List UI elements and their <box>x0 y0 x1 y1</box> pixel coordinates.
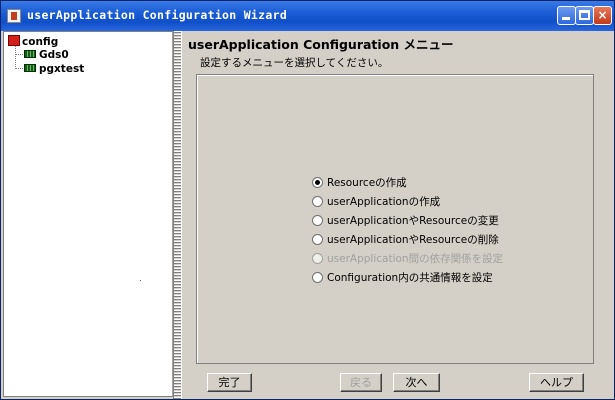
tree-connector <box>15 54 23 55</box>
tree-node-gds0[interactable]: Gds0 <box>24 49 69 61</box>
tree-node-pgxtest[interactable]: pgxtest <box>24 63 84 75</box>
radio-button <box>312 253 323 264</box>
tree-connector <box>15 46 16 69</box>
title-bar[interactable]: userApplication Configuration Wizard × <box>1 1 614 31</box>
option-label: userApplication間の依存関係を設定 <box>327 253 504 265</box>
option-create-resource[interactable]: Resourceの作成 <box>312 175 407 190</box>
option-modify[interactable]: userApplicationやResourceの変更 <box>312 213 499 228</box>
close-icon: × <box>597 8 608 22</box>
resource-icon <box>24 50 36 58</box>
minimize-button[interactable] <box>557 6 576 25</box>
tree-node-config[interactable]: config <box>8 35 58 48</box>
option-label: userApplicationの作成 <box>327 196 441 208</box>
close-button[interactable]: × <box>593 6 612 25</box>
option-label: userApplicationやResourceの変更 <box>327 215 499 227</box>
config-tree[interactable]: config Gds0 pgxtest <box>3 31 173 397</box>
help-button[interactable]: ヘルプ <box>529 373 584 392</box>
option-label: userApplicationやResourceの削除 <box>327 234 499 246</box>
minimize-icon <box>562 17 570 20</box>
radio-button[interactable] <box>312 234 323 245</box>
maximize-icon <box>579 10 590 20</box>
radio-button[interactable] <box>312 215 323 226</box>
tree-node-label: Gds0 <box>39 49 69 61</box>
back-button: 戻る <box>340 373 382 392</box>
option-dependency: userApplication間の依存関係を設定 <box>312 251 503 266</box>
wizard-window: userApplication Configuration Wizard × c… <box>0 0 615 400</box>
option-delete[interactable]: userApplicationやResourceの削除 <box>312 232 499 247</box>
option-common-info[interactable]: Configuration内の共通情報を設定 <box>312 270 493 285</box>
tree-node-label: config <box>22 36 59 48</box>
option-create-userapplication[interactable]: userApplicationの作成 <box>312 194 440 209</box>
radio-button[interactable] <box>312 272 323 283</box>
option-label: Resourceの作成 <box>327 177 407 189</box>
next-button[interactable]: 次へ <box>393 373 440 392</box>
splitter-handle[interactable] <box>173 31 182 399</box>
stray-dot <box>140 280 141 281</box>
finish-button[interactable]: 完了 <box>207 373 252 392</box>
config-icon <box>8 35 20 46</box>
tree-connector <box>15 68 23 69</box>
tree-node-label: pgxtest <box>39 63 85 75</box>
option-label: Configuration内の共通情報を設定 <box>327 272 493 284</box>
page-description: 設定するメニューを選択してください。 <box>200 57 389 69</box>
app-icon <box>7 9 21 23</box>
maximize-button[interactable] <box>575 6 594 25</box>
radio-button[interactable] <box>312 196 323 207</box>
page-title: userApplication Configuration メニュー <box>188 37 454 52</box>
window-title: userApplication Configuration Wizard <box>27 8 288 22</box>
radio-button[interactable] <box>312 177 323 188</box>
resource-icon <box>24 64 36 72</box>
